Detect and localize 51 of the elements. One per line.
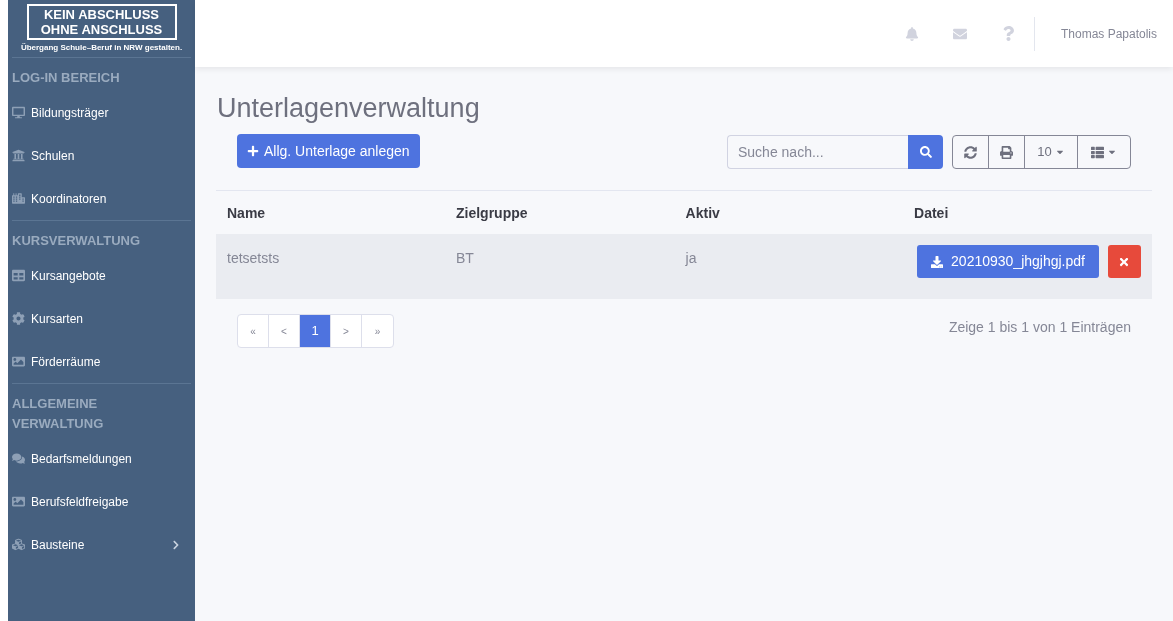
close-icon xyxy=(1118,255,1131,268)
pagination-link[interactable]: » xyxy=(362,315,393,347)
chevron-icon xyxy=(171,539,181,550)
sidebar-item[interactable]: Berufsfeldfreigabe xyxy=(12,480,191,523)
section-heading: ALLGEMEINE VERWALTUNG xyxy=(12,395,105,433)
search-button[interactable] xyxy=(908,135,943,169)
sidebar-item[interactable]: Koordinatoren xyxy=(12,177,191,220)
refresh-icon xyxy=(964,145,977,159)
pagination-link[interactable]: 1 xyxy=(300,315,331,347)
sidebar-item[interactable]: Bausteine xyxy=(12,523,191,566)
cubes-icon xyxy=(12,538,25,551)
image-icon xyxy=(12,495,25,508)
logo-text: OHNE ANSCHLUSS xyxy=(39,22,164,37)
sidebar-item[interactable]: Kursarten xyxy=(12,297,191,340)
column-header: Name xyxy=(227,205,266,221)
sidebar-item[interactable]: Kursangebote xyxy=(12,254,191,297)
table-cell: ja xyxy=(685,250,697,266)
pagination-link[interactable]: > xyxy=(331,315,362,347)
sidebar-item[interactable]: Schulen xyxy=(12,134,191,177)
download-button[interactable]: 20210930_jhgjhgj.pdf xyxy=(917,245,1099,278)
search-icon xyxy=(919,146,932,158)
pagination-link[interactable]: « xyxy=(238,315,269,347)
add-document-button[interactable]: Allg. Unterlage anlegen xyxy=(237,134,420,168)
column-header: Zielgruppe xyxy=(456,205,528,221)
chat-icon xyxy=(12,452,25,465)
section-heading: LOG-IN BEREICH xyxy=(12,69,121,87)
column-header: Aktiv xyxy=(685,205,720,221)
column-header: Datei xyxy=(914,205,949,221)
buildings-icon xyxy=(12,192,25,205)
logo-tagline: Übergang Schule–Beruf in NRW gestalten. xyxy=(19,42,184,54)
table-cell: tetsetsts xyxy=(227,250,280,266)
building-icon xyxy=(12,149,25,162)
list-icon xyxy=(1091,145,1104,159)
image-icon xyxy=(12,355,25,368)
table-icon xyxy=(12,269,25,282)
gear-icon xyxy=(12,312,25,325)
delete-button[interactable] xyxy=(1107,245,1141,278)
table-cell: BT xyxy=(456,250,474,266)
sidebar-item[interactable]: Bedarfsmeldungen xyxy=(12,437,191,480)
pagination-info: Zeige 1 bis 1 von 1 Einträgen xyxy=(948,318,1131,337)
sidebar-item[interactable]: Förderräume xyxy=(12,340,191,383)
section-heading: KURSVERWALTUNG xyxy=(12,232,142,250)
logo-text: KEIN ABSCHLUSS xyxy=(42,7,161,22)
user-name[interactable]: Thomas Papatolis xyxy=(1060,24,1157,43)
search-field[interactable]: Suche nach... xyxy=(727,135,908,169)
monitor-icon xyxy=(12,106,25,119)
page-title: Unterlagenverwaltung xyxy=(217,92,481,125)
download-icon xyxy=(931,255,944,268)
printer-icon xyxy=(1000,145,1013,159)
sidebar-item[interactable]: Bildungsträger xyxy=(12,91,191,134)
plus-icon xyxy=(247,145,259,157)
